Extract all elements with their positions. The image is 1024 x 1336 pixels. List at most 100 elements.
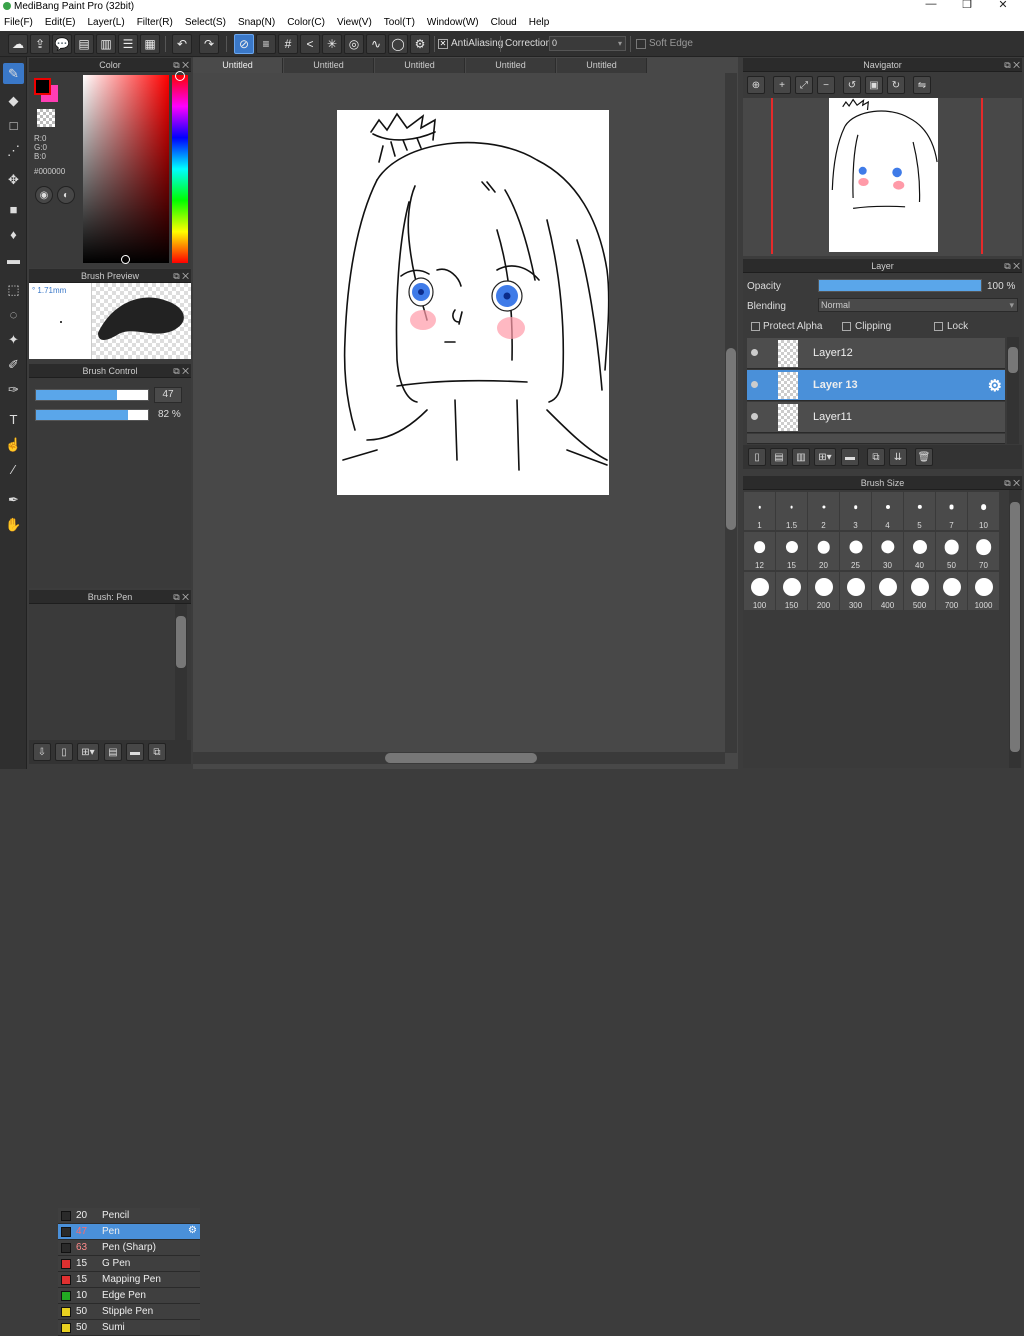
panel-close-icon[interactable]: ⧉ ✕	[1004, 259, 1020, 273]
brush-item[interactable]: 50 Stipple Pen	[58, 1304, 200, 1320]
snap-grid-icon[interactable]: #	[278, 34, 298, 54]
zoom-out-icon[interactable]: −	[817, 76, 835, 94]
tab-document-3[interactable]: Untitled	[375, 58, 465, 73]
brush-size-option[interactable]: 10	[968, 492, 999, 530]
palette-icon[interactable]: ◉	[35, 186, 53, 204]
close-button[interactable]: ✕	[988, 0, 1018, 11]
brush-item[interactable]: 47 Pen ⚙	[58, 1224, 200, 1240]
snap-curve-icon[interactable]: ∿	[366, 34, 386, 54]
brush-size-option[interactable]: 300	[840, 572, 871, 610]
menu-filter[interactable]: Filter(R)	[137, 17, 173, 28]
panel-close-icon[interactable]: ⧉ ✕	[1004, 476, 1020, 490]
snap-circle-icon[interactable]: ◎	[344, 34, 364, 54]
brush-size-option[interactable]: 70	[968, 532, 999, 570]
fit-window-icon[interactable]: ⤢	[795, 76, 813, 94]
reset-view-icon[interactable]: ▣	[865, 76, 883, 94]
canvas-vertical-scroll-thumb[interactable]	[726, 348, 736, 530]
brush-size-scrollbar[interactable]	[1009, 490, 1021, 768]
correction-dropdown[interactable]: 0 ▾	[549, 36, 626, 51]
new-layer-icon[interactable]: ▯	[748, 448, 766, 466]
blending-dropdown[interactable]: Normal ▾	[818, 298, 1018, 312]
divide-tool-icon[interactable]: ⁄	[3, 459, 24, 480]
menu-edit[interactable]: Edit(E)	[45, 17, 76, 28]
brush-size-option[interactable]: 4	[872, 492, 903, 530]
visibility-eye-icon[interactable]	[751, 349, 758, 356]
layer-folder-icon[interactable]: ▬	[841, 448, 859, 466]
panel-close-icon[interactable]: ⧉ ✕	[173, 269, 189, 283]
lock-checkbox[interactable]	[934, 322, 943, 331]
duplicate-layer-icon[interactable]: ⧉	[867, 448, 885, 466]
comment-list-icon[interactable]: ▤	[74, 34, 94, 54]
add-layer-dropdown-icon[interactable]: ⊞▾	[814, 448, 836, 466]
brush-size-option[interactable]: 25	[840, 532, 871, 570]
brush-size-option[interactable]: 100	[744, 572, 775, 610]
brush-size-option[interactable]: 150	[776, 572, 807, 610]
redo-icon[interactable]: ↷	[199, 34, 219, 54]
snap-settings-icon[interactable]: ⚙	[410, 34, 430, 54]
panel-close-icon[interactable]: ⧉ ✕	[1004, 58, 1020, 72]
brush-size-slider[interactable]	[35, 389, 149, 401]
snap-perspective-icon[interactable]: <	[300, 34, 320, 54]
undo-icon[interactable]: ↶	[172, 34, 192, 54]
brush-item[interactable]: 20 Pencil	[58, 1208, 200, 1224]
rotate-left-icon[interactable]: ↺	[843, 76, 861, 94]
maximize-button[interactable]: ❐	[952, 0, 982, 11]
brush-size-option[interactable]: 700	[936, 572, 967, 610]
brush-size-option[interactable]: 40	[904, 532, 935, 570]
brush-folder-icon[interactable]: ▬	[126, 743, 144, 761]
new-brush-icon[interactable]: ▯	[55, 743, 73, 761]
merge-layer-icon[interactable]: ⇊	[889, 448, 907, 466]
brush-size-option[interactable]: 500	[904, 572, 935, 610]
menu-color[interactable]: Color(C)	[287, 17, 325, 28]
select-eraser-tool-icon[interactable]: ✑	[3, 379, 24, 400]
brush-size-option[interactable]: 7	[936, 492, 967, 530]
brush-size-option[interactable]: 200	[808, 572, 839, 610]
brush-size-option[interactable]: 30	[872, 532, 903, 570]
brush-tool-icon[interactable]: ✎	[3, 63, 24, 84]
transparent-color-swatch[interactable]	[37, 109, 55, 127]
primary-color-swatch[interactable]	[34, 78, 51, 95]
clipping-checkbox[interactable]	[842, 322, 851, 331]
menu-select[interactable]: Select(S)	[185, 17, 226, 28]
brush-size-option[interactable]: 20	[808, 532, 839, 570]
brush-size-option[interactable]: 1000	[968, 572, 999, 610]
text-tool-icon[interactable]: T	[3, 409, 24, 430]
layer-row[interactable]	[747, 434, 1005, 444]
eyedropper-tool-icon[interactable]: ✒	[3, 489, 24, 510]
hue-slider[interactable]	[172, 75, 188, 263]
brush-item[interactable]: 63 Pen (Sharp)	[58, 1240, 200, 1256]
layer-row[interactable]: Layer12	[747, 338, 1005, 369]
magic-wand-tool-icon[interactable]: ✦	[3, 329, 24, 350]
menu-tool[interactable]: Tool(T)	[384, 17, 415, 28]
menu-help[interactable]: Help	[529, 17, 550, 28]
layer-list-scrollbar[interactable]	[1007, 337, 1019, 444]
protect-alpha-checkbox[interactable]	[751, 322, 760, 331]
brush-item[interactable]: 15 G Pen	[58, 1256, 200, 1272]
brush-size-value[interactable]: 47	[154, 387, 182, 403]
snap-parallel-icon[interactable]: ≡	[256, 34, 276, 54]
brush-item[interactable]: 15 Mapping Pen	[58, 1272, 200, 1288]
gear-icon[interactable]: ⚙	[188, 1225, 197, 1236]
cloud-icon[interactable]: ☁	[8, 34, 28, 54]
add-brush-dropdown-icon[interactable]: ⊞▾	[77, 743, 99, 761]
gear-icon[interactable]: ⚙	[988, 376, 1002, 396]
menu-snap[interactable]: Snap(N)	[238, 17, 275, 28]
panel-close-icon[interactable]: ⧉ ✕	[173, 58, 189, 72]
rotate-right-icon[interactable]: ↻	[887, 76, 905, 94]
select-pen-tool-icon[interactable]: ✐	[3, 354, 24, 375]
cloud-download-icon[interactable]: ⇩	[33, 743, 51, 761]
delete-layer-icon[interactable]: 🗑	[915, 448, 933, 466]
zoom-in-icon[interactable]: +	[773, 76, 791, 94]
tab-document-2[interactable]: Untitled	[284, 58, 374, 73]
picker-cursor[interactable]	[121, 255, 130, 264]
panel-close-icon[interactable]: ⧉ ✕	[173, 364, 189, 378]
layer-opacity-slider[interactable]	[818, 279, 982, 292]
rectangle-tool-icon[interactable]: □	[3, 115, 24, 136]
snap-radial-icon[interactable]: ✳	[322, 34, 342, 54]
dot-tool-icon[interactable]: ⋰	[3, 140, 24, 161]
fill-rect-tool-icon[interactable]: ■	[3, 199, 24, 220]
soft-edge-checkbox[interactable]	[636, 39, 646, 49]
brush-size-option[interactable]: 5	[904, 492, 935, 530]
menu-cloud[interactable]: Cloud	[491, 17, 517, 28]
layer-row[interactable]: Layer 13 ⚙	[747, 370, 1005, 401]
